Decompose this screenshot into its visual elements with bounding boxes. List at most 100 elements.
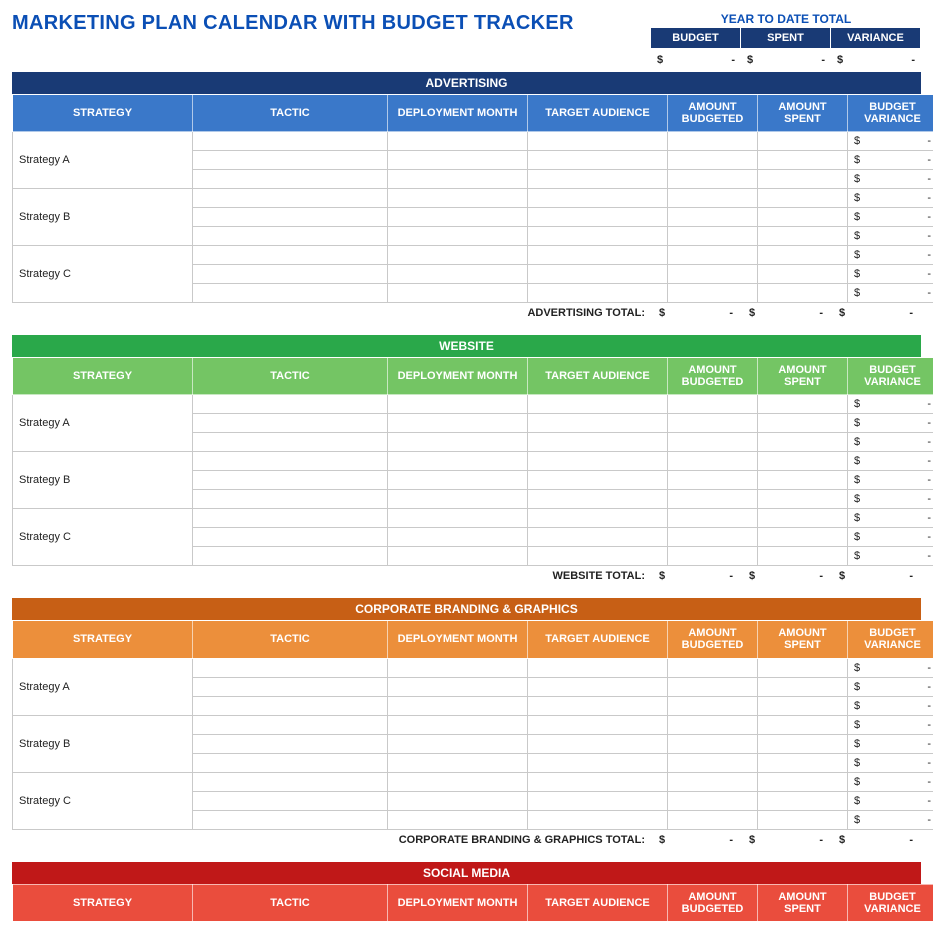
cell[interactable] <box>668 734 758 753</box>
cell[interactable] <box>193 734 388 753</box>
cell-strategy[interactable]: Strategy A <box>13 132 193 189</box>
cell[interactable] <box>388 810 528 829</box>
cell[interactable] <box>388 246 528 265</box>
cell[interactable] <box>193 433 388 452</box>
cell[interactable] <box>758 208 848 227</box>
cell[interactable] <box>758 471 848 490</box>
cell[interactable] <box>193 471 388 490</box>
cell[interactable] <box>668 547 758 566</box>
cell[interactable] <box>758 246 848 265</box>
cell[interactable] <box>668 395 758 414</box>
cell[interactable] <box>528 208 668 227</box>
cell[interactable] <box>193 509 388 528</box>
cell[interactable] <box>668 509 758 528</box>
cell[interactable] <box>758 189 848 208</box>
cell[interactable] <box>388 452 528 471</box>
cell[interactable] <box>758 658 848 677</box>
cell[interactable] <box>388 677 528 696</box>
cell[interactable] <box>528 677 668 696</box>
cell[interactable] <box>758 395 848 414</box>
cell[interactable] <box>193 753 388 772</box>
cell[interactable] <box>668 284 758 303</box>
cell[interactable] <box>668 151 758 170</box>
cell[interactable] <box>758 509 848 528</box>
cell[interactable] <box>388 547 528 566</box>
cell[interactable] <box>528 528 668 547</box>
cell[interactable] <box>668 696 758 715</box>
cell[interactable] <box>528 433 668 452</box>
cell[interactable] <box>668 791 758 810</box>
cell[interactable] <box>528 284 668 303</box>
cell[interactable] <box>668 715 758 734</box>
cell[interactable] <box>388 227 528 246</box>
cell[interactable] <box>388 414 528 433</box>
cell[interactable] <box>758 452 848 471</box>
cell[interactable] <box>193 246 388 265</box>
cell[interactable] <box>528 772 668 791</box>
cell[interactable] <box>758 528 848 547</box>
cell[interactable] <box>758 132 848 151</box>
cell[interactable] <box>528 658 668 677</box>
cell[interactable] <box>388 696 528 715</box>
cell[interactable] <box>193 265 388 284</box>
cell[interactable] <box>528 170 668 189</box>
cell[interactable] <box>388 265 528 284</box>
cell[interactable] <box>193 132 388 151</box>
cell[interactable] <box>758 284 848 303</box>
cell[interactable] <box>193 189 388 208</box>
cell[interactable] <box>528 151 668 170</box>
cell[interactable] <box>388 658 528 677</box>
cell[interactable] <box>668 208 758 227</box>
cell[interactable] <box>193 791 388 810</box>
cell[interactable] <box>193 658 388 677</box>
cell[interactable] <box>388 395 528 414</box>
cell[interactable] <box>668 753 758 772</box>
cell[interactable] <box>668 414 758 433</box>
cell[interactable] <box>388 208 528 227</box>
cell[interactable] <box>388 715 528 734</box>
cell[interactable] <box>528 132 668 151</box>
cell-strategy[interactable]: Strategy B <box>13 189 193 246</box>
cell[interactable] <box>388 490 528 509</box>
cell[interactable] <box>388 284 528 303</box>
cell[interactable] <box>528 471 668 490</box>
cell[interactable] <box>388 471 528 490</box>
cell[interactable] <box>528 547 668 566</box>
cell[interactable] <box>758 490 848 509</box>
cell[interactable] <box>193 395 388 414</box>
cell[interactable] <box>758 433 848 452</box>
cell[interactable] <box>668 265 758 284</box>
cell-strategy[interactable]: Strategy C <box>13 509 193 566</box>
cell-strategy[interactable]: Strategy B <box>13 715 193 772</box>
cell[interactable] <box>528 715 668 734</box>
cell[interactable] <box>758 810 848 829</box>
cell[interactable] <box>668 170 758 189</box>
cell[interactable] <box>668 132 758 151</box>
cell[interactable] <box>193 528 388 547</box>
cell[interactable] <box>668 658 758 677</box>
cell-strategy[interactable]: Strategy C <box>13 772 193 829</box>
cell[interactable] <box>193 284 388 303</box>
cell[interactable] <box>668 471 758 490</box>
cell[interactable] <box>193 715 388 734</box>
cell[interactable] <box>193 452 388 471</box>
cell[interactable] <box>668 772 758 791</box>
cell[interactable] <box>758 414 848 433</box>
cell[interactable] <box>193 772 388 791</box>
cell[interactable] <box>758 734 848 753</box>
cell[interactable] <box>388 791 528 810</box>
cell[interactable] <box>388 528 528 547</box>
cell[interactable] <box>528 509 668 528</box>
cell[interactable] <box>193 414 388 433</box>
cell[interactable] <box>388 189 528 208</box>
cell[interactable] <box>388 772 528 791</box>
cell[interactable] <box>528 753 668 772</box>
cell-strategy[interactable]: Strategy B <box>13 452 193 509</box>
cell[interactable] <box>528 395 668 414</box>
cell[interactable] <box>528 189 668 208</box>
cell-strategy[interactable]: Strategy C <box>13 246 193 303</box>
cell[interactable] <box>193 227 388 246</box>
cell[interactable] <box>193 208 388 227</box>
cell[interactable] <box>758 677 848 696</box>
cell[interactable] <box>388 170 528 189</box>
